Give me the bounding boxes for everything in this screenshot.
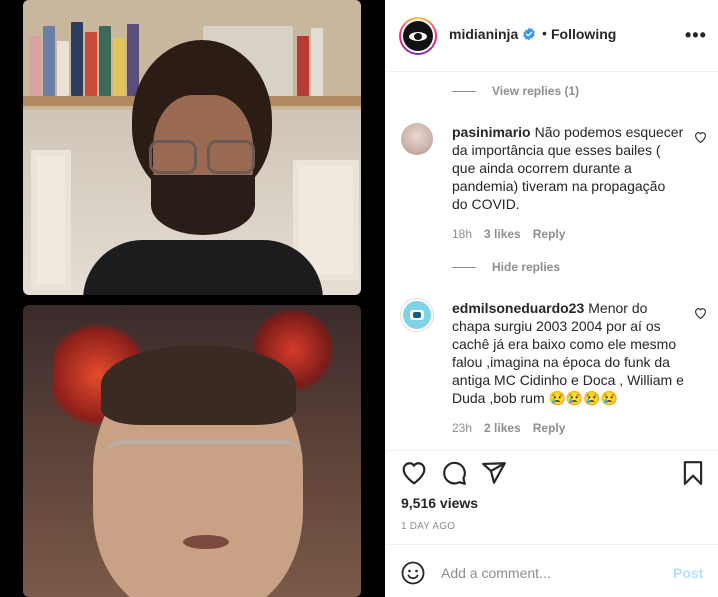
person-mouth bbox=[183, 535, 229, 549]
comment-time[interactable]: 23h bbox=[452, 421, 472, 435]
comment-meta: 23h 2 likes Reply bbox=[452, 421, 565, 435]
verified-badge-icon bbox=[523, 27, 535, 41]
comment-time[interactable]: 18h bbox=[452, 227, 472, 241]
post-button[interactable]: Post bbox=[673, 565, 703, 581]
commenter-avatar[interactable] bbox=[401, 123, 433, 155]
post-panel: midianinja • Following ••• View replies … bbox=[385, 0, 718, 597]
comment-reply-button[interactable]: Reply bbox=[533, 421, 566, 435]
comment-reply-button[interactable]: Reply bbox=[533, 227, 566, 241]
separator-dot: • bbox=[542, 25, 547, 41]
share-icon[interactable] bbox=[481, 460, 507, 486]
comment-likes[interactable]: 2 likes bbox=[484, 421, 521, 435]
wall-frame bbox=[31, 150, 71, 290]
username-link[interactable]: midianinja bbox=[449, 26, 518, 42]
comment-likes[interactable]: 3 likes bbox=[484, 227, 521, 241]
post-header: midianinja • Following ••• bbox=[385, 0, 718, 72]
more-options-icon[interactable]: ••• bbox=[685, 25, 707, 46]
hide-replies-label: Hide replies bbox=[492, 260, 561, 274]
view-replies-label: View replies (1) bbox=[492, 84, 580, 98]
heart-icon[interactable] bbox=[694, 131, 707, 143]
emoji-icon[interactable] bbox=[401, 561, 425, 585]
person-glasses bbox=[103, 440, 303, 480]
comment-username[interactable]: edmilsoneduardo23 bbox=[452, 300, 584, 316]
comment-body: pasinimario Não podemos esquecer da impor… bbox=[452, 123, 684, 213]
reply-line bbox=[452, 90, 476, 92]
hide-replies-button[interactable]: Hide replies bbox=[452, 260, 560, 274]
comment-body: edmilsoneduardo23 Menor do chapa surgiu 2… bbox=[452, 299, 684, 407]
heart-icon[interactable] bbox=[694, 307, 707, 319]
post-timestamp[interactable]: 1 DAY AGO bbox=[401, 521, 455, 532]
person-beard bbox=[151, 175, 255, 235]
comment-item: pasinimario Não podemos esquecer da impor… bbox=[401, 123, 706, 243]
add-comment-bar: Post bbox=[385, 544, 718, 597]
avatar[interactable] bbox=[399, 17, 437, 55]
section-divider bbox=[385, 450, 718, 451]
comment-icon[interactable] bbox=[441, 460, 467, 486]
commenter-avatar[interactable] bbox=[401, 299, 433, 331]
comment-item: edmilsoneduardo23 Menor do chapa surgiu 2… bbox=[401, 299, 706, 439]
comment-meta: 18h 3 likes Reply bbox=[452, 227, 565, 241]
comment-input[interactable] bbox=[441, 559, 661, 587]
person-hair bbox=[101, 345, 296, 425]
comment-username[interactable]: pasinimario bbox=[452, 124, 531, 140]
video-participant-top[interactable] bbox=[23, 0, 361, 295]
bookmark-icon[interactable] bbox=[680, 460, 706, 486]
person-shirt bbox=[83, 240, 323, 295]
post-actions bbox=[401, 460, 706, 488]
video-participant-bottom[interactable] bbox=[23, 305, 361, 597]
heart-icon[interactable] bbox=[401, 460, 427, 486]
reply-line bbox=[452, 266, 476, 268]
video-area[interactable] bbox=[0, 0, 385, 597]
view-replies-button[interactable]: View replies (1) bbox=[452, 84, 579, 98]
view-count[interactable]: 9,516 views bbox=[401, 495, 478, 511]
person-glasses bbox=[145, 140, 261, 176]
following-button[interactable]: Following bbox=[551, 26, 616, 42]
